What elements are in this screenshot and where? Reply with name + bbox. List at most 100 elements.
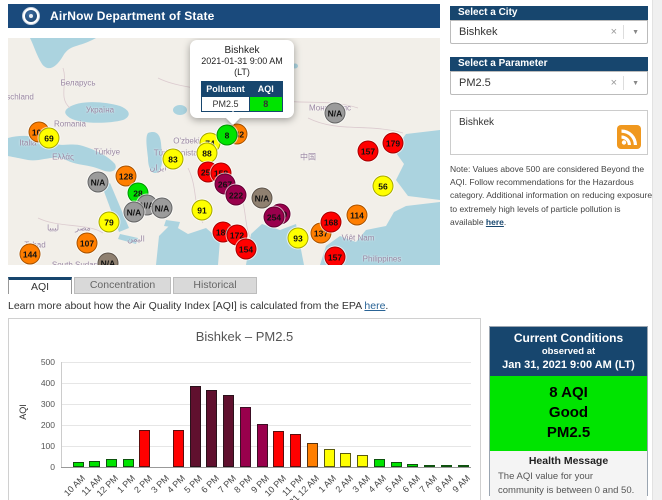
y-tick-label: 200 [40,420,55,430]
parameter-select[interactable]: PM2.5 × ▼ [450,71,648,95]
chart-bar[interactable] [440,465,452,467]
aqi-marker[interactable]: 114 [346,204,368,226]
y-tick-label: 300 [40,399,55,409]
aqi-world-map[interactable]: Беларусь schland Україна Romania Italia Ελλάς… [8,38,440,265]
aqi-marker[interactable]: N/A [87,171,109,193]
clear-icon[interactable]: × [605,77,623,89]
aqi-marker[interactable]: 56 [372,175,394,197]
popup-col-pollutant: Pollutant [201,81,250,97]
chart-bar[interactable] [172,430,184,467]
chevron-down-icon[interactable]: ▼ [624,29,647,36]
chart-bar[interactable] [105,459,117,467]
tab-aqi[interactable]: AQI [8,277,72,294]
aqi-note: Note: Values above 500 are considered Be… [450,164,653,227]
chart-bar[interactable] [357,455,369,467]
city-select-value: Bishkek [459,26,498,38]
aqi-marker[interactable]: 144 [19,243,41,265]
aqi-marker[interactable]: 157 [324,246,346,265]
app-title: AirNow Department of State [50,9,215,23]
cc-datetime: Jan 31, 2021 9:00 AM (LT) [502,359,635,371]
popup-pollutant-value: PM2.5 [201,96,250,112]
rss-feed-box: Bishkek [450,110,648,155]
chevron-down-icon[interactable]: ▼ [624,80,647,87]
chart-bar[interactable] [139,429,151,467]
chart-bar[interactable] [457,465,469,467]
cc-aqi-category: Good [548,404,589,421]
note-here-link[interactable]: here [486,217,504,227]
aqi-marker[interactable]: 83 [162,148,184,170]
chart-bar[interactable] [273,431,285,467]
current-conditions-header: Current Conditions observed at Jan 31, 2… [490,327,647,376]
learn-more-body: Learn more about how the Air Quality Ind… [8,300,365,312]
rss-icon[interactable] [617,125,641,149]
popup-city: Bishkek [224,45,260,56]
gridline [61,383,471,384]
tab-historical[interactable]: Historical [173,277,257,294]
aqi-marker[interactable]: 69 [38,127,60,149]
aqi-marker[interactable]: N/A [324,102,346,124]
aqi-marker[interactable]: 157 [357,140,379,162]
aqi-marker[interactable]: 79 [98,211,120,233]
tab-concentration[interactable]: Concentration [74,277,171,294]
chart-bar[interactable] [290,434,302,467]
map-label: اليمن [127,234,145,244]
aqi-marker[interactable]: 179 [382,132,404,154]
aqi-marker[interactable]: 168 [320,211,342,233]
cc-aqi-pollutant: PM2.5 [546,424,591,441]
map-label: ليبيا [46,223,60,233]
map-label: Беларусь [60,78,96,88]
map-label: Ελλάς [52,152,74,162]
popup-aqi-value: 8 [248,96,283,112]
aqi-marker[interactable]: N/A [151,197,173,219]
chart-bar[interactable] [189,385,201,467]
chart-bar[interactable] [390,461,402,467]
chart-bar[interactable] [340,452,352,467]
city-select[interactable]: Bishkek × ▼ [450,20,648,44]
cc-health-title: Health Message [528,455,609,467]
aqi-marker[interactable]: N/A [123,201,145,223]
note-text: Note: Values above 500 are considered Be… [450,164,653,227]
learn-more-here-link[interactable]: here [364,300,385,312]
chart-bar[interactable] [306,442,318,467]
map-label: مصر [75,223,91,233]
airnow-page: AirNow Department of State Беларусь schl… [0,0,662,500]
aqi-marker[interactable]: 222 [225,184,247,206]
map-label: Philippines [362,254,402,264]
y-tick-label: 0 [50,462,55,472]
popup-datetime: 2021-01-31 9:00 AM [201,56,283,66]
chart-bar[interactable] [373,458,385,467]
map-label: Romania [53,119,87,129]
aqi-marker[interactable]: 93 [287,227,309,249]
cc-aqi-value: 8 AQI [549,384,588,401]
chart-bar[interactable] [239,407,251,467]
clear-icon[interactable]: × [605,26,623,38]
aqi-marker[interactable]: 88 [196,142,218,164]
chart-bar[interactable] [72,461,84,467]
map-label: Türkiye [93,147,121,157]
aqi-marker[interactable]: 254 [263,206,285,228]
aqi-marker[interactable]: 8 [216,124,238,146]
chart-bar[interactable] [223,394,235,467]
popup-table: Pollutant AQI PM2.5 8 [201,81,283,112]
chart-bar[interactable] [424,464,436,467]
cc-aqi-box: 8 AQI Good PM2.5 [490,376,647,451]
aqi-marker[interactable]: N/A [251,187,273,209]
aqi-marker[interactable]: 91 [191,199,213,221]
chart-bar[interactable] [89,460,101,467]
state-department-seal-icon [22,7,40,25]
chart-bar[interactable] [206,390,218,467]
popup-timezone: (LT) [234,67,250,77]
chart-bar[interactable] [256,423,268,467]
chart-x-axis [61,467,471,468]
page-scrollbar[interactable] [652,0,662,500]
gridline [61,362,471,363]
chart-bar[interactable] [323,449,335,467]
chart-bar[interactable] [407,463,419,467]
select-city-header: Select a City [450,6,648,20]
aqi-marker[interactable]: 107 [76,232,98,254]
aqi-marker[interactable]: 154 [235,238,257,260]
chart-bar[interactable] [122,459,134,467]
current-conditions-panel: Current Conditions observed at Jan 31, 2… [489,326,648,500]
learn-more-text: Learn more about how the Air Quality Ind… [8,300,389,312]
parameter-select-value: PM2.5 [459,77,491,89]
